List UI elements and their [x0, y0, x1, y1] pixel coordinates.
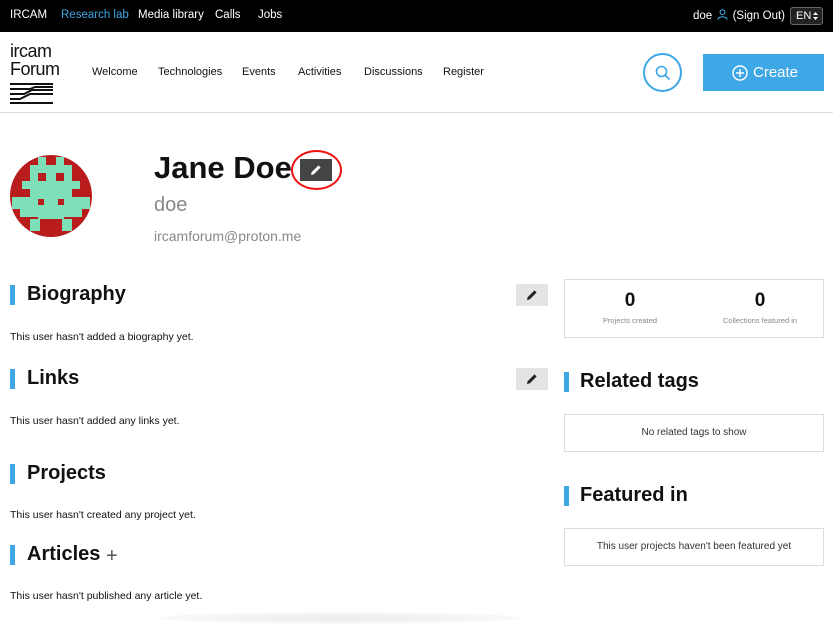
user-stats: 0 Projects created 0 Collections feature…: [564, 279, 824, 338]
edit-biography-button[interactable]: [516, 284, 548, 306]
username-link[interactable]: doe: [693, 10, 712, 22]
links-empty-text: This user hasn't added any links yet.: [10, 415, 180, 427]
nav-activities[interactable]: Activities: [298, 66, 341, 78]
add-article-button[interactable]: +: [106, 545, 118, 568]
logo-waves-icon: [10, 83, 53, 104]
section-accent-bar: [564, 486, 569, 506]
section-accent-bar: [564, 372, 569, 392]
topbar-link-calls[interactable]: Calls: [215, 9, 241, 21]
section-accent-bar: [10, 369, 15, 389]
links-title: Links: [27, 367, 80, 389]
articles-title: Articles: [27, 543, 101, 565]
select-arrows-icon: [813, 12, 818, 20]
search-button[interactable]: [643, 53, 682, 92]
topbar-link-jobs[interactable]: Jobs: [258, 9, 282, 21]
top-bar: IRCAM Research lab Media library Calls J…: [0, 0, 833, 32]
projects-empty-text: This user hasn't created any project yet…: [10, 509, 196, 521]
stat-projects-created: 0 Projects created: [565, 280, 695, 325]
pixel-avatar-icon: [12, 157, 90, 231]
nav-welcome[interactable]: Welcome: [92, 66, 138, 78]
ircam-forum-logo[interactable]: ircam Forum: [10, 41, 60, 104]
featured-in-title: Featured in: [580, 484, 688, 506]
section-accent-bar: [10, 285, 15, 305]
user-menu: doe (Sign Out): [693, 9, 785, 22]
topbar-link-media-library[interactable]: Media library: [138, 9, 204, 21]
featured-in-empty: This user projects haven't been featured…: [564, 528, 824, 566]
site-header: ircam Forum Welcome Technologies Events …: [0, 32, 833, 113]
nav-technologies[interactable]: Technologies: [158, 66, 222, 78]
biography-empty-text: This user hasn't added a biography yet.: [10, 331, 194, 343]
pencil-icon: [527, 374, 537, 384]
edit-profile-button[interactable]: [300, 159, 332, 181]
projects-title: Projects: [27, 462, 106, 484]
sign-out-link[interactable]: (Sign Out): [733, 10, 785, 22]
create-button-label: Create: [753, 64, 799, 81]
bottom-shadow: [160, 612, 520, 624]
stat-collections-featured: 0 Collections featured in: [695, 280, 825, 325]
language-value: EN: [796, 10, 812, 22]
stat-label: Collections featured in: [722, 316, 798, 325]
nav-discussions[interactable]: Discussions: [364, 66, 423, 78]
topbar-link-ircam[interactable]: IRCAM: [10, 9, 47, 21]
pencil-icon: [311, 165, 321, 175]
avatar: [10, 155, 92, 237]
section-accent-bar: [10, 464, 15, 484]
profile-name: Jane Doe: [154, 150, 292, 185]
search-icon: [655, 65, 671, 81]
language-select[interactable]: EN: [790, 7, 823, 25]
profile-email: ircamforum@proton.me: [154, 228, 302, 244]
nav-register[interactable]: Register: [443, 66, 484, 78]
biography-title: Biography: [27, 283, 126, 305]
section-accent-bar: [10, 545, 15, 565]
related-tags-empty: No related tags to show: [564, 414, 824, 452]
stat-value: 0: [754, 290, 766, 311]
stat-label: Projects created: [602, 316, 658, 325]
edit-links-button[interactable]: [516, 368, 548, 390]
profile-username: doe: [154, 194, 188, 216]
topbar-link-research-lab[interactable]: Research lab: [61, 9, 129, 21]
nav-events[interactable]: Events: [242, 66, 276, 78]
logo-text-forum: Forum: [10, 59, 60, 79]
create-button[interactable]: Create: [703, 54, 824, 91]
stat-value: 0: [624, 290, 636, 311]
related-tags-title: Related tags: [580, 370, 699, 392]
articles-empty-text: This user hasn't published any article y…: [10, 590, 203, 602]
pencil-icon: [527, 290, 537, 300]
user-icon: [717, 9, 729, 20]
logo-text-ircam: ircam: [10, 41, 52, 61]
plus-circle-icon: [732, 65, 748, 81]
